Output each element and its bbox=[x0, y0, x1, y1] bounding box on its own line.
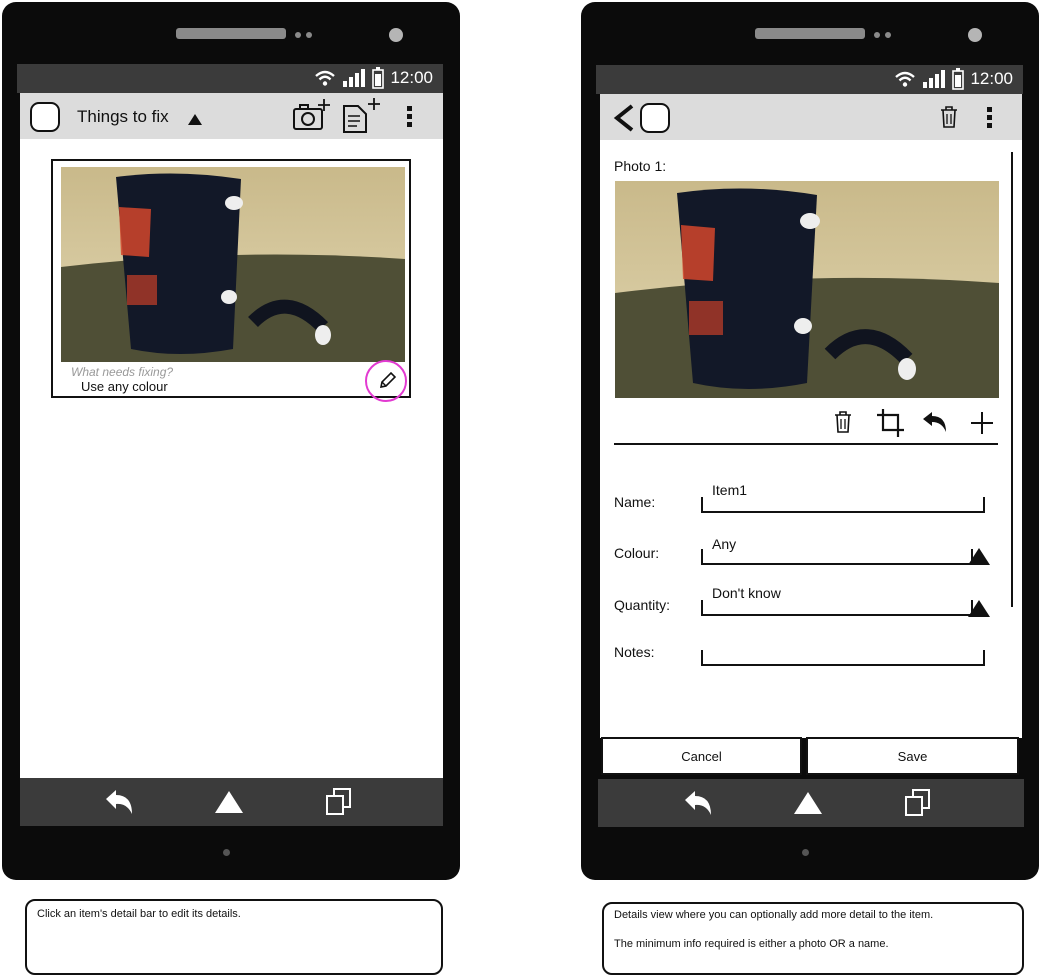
mug-photo bbox=[61, 167, 405, 362]
name-value[interactable]: Item1 bbox=[712, 482, 747, 498]
status-time: 12:00 bbox=[970, 69, 1013, 88]
overflow-menu-icon[interactable] bbox=[986, 106, 994, 130]
item-detail-value[interactable]: Use any colour bbox=[81, 379, 168, 394]
app-icon[interactable] bbox=[30, 102, 60, 132]
save-button[interactable]: Save bbox=[806, 737, 1019, 775]
item-card[interactable]: What needs fixing? Use any colour bbox=[51, 159, 411, 398]
add-note-icon[interactable] bbox=[342, 96, 382, 134]
note-text: Details view where you can optionally ad… bbox=[614, 909, 934, 921]
home-indicator bbox=[802, 849, 809, 856]
battery-icon bbox=[952, 68, 965, 90]
photo-label: Photo 1: bbox=[614, 158, 667, 174]
item-hint: What needs fixing? bbox=[71, 365, 174, 379]
detail-photo bbox=[615, 181, 999, 398]
trash-icon[interactable] bbox=[832, 410, 854, 434]
sensor-dot bbox=[295, 32, 301, 38]
home-icon bbox=[215, 791, 243, 813]
speaker-grille bbox=[755, 28, 865, 39]
signal-icon bbox=[343, 69, 366, 87]
scrollbar[interactable] bbox=[1011, 152, 1013, 607]
section-divider bbox=[614, 443, 998, 445]
home-icon bbox=[794, 792, 822, 814]
battery-icon bbox=[372, 67, 385, 89]
overflow-menu-icon[interactable] bbox=[406, 105, 414, 129]
trash-icon[interactable] bbox=[938, 105, 960, 129]
nav-back-button[interactable] bbox=[673, 779, 723, 827]
status-bar: 12:00 bbox=[17, 64, 443, 93]
annotation-note-left: Click an item's detail bar to edit its d… bbox=[25, 899, 443, 975]
note-text: Click an item's detail bar to edit its d… bbox=[37, 908, 241, 920]
dropdown-arrow-icon[interactable] bbox=[968, 600, 990, 617]
sensor-dot bbox=[885, 32, 891, 38]
colour-label: Colour: bbox=[614, 545, 660, 561]
crop-icon[interactable] bbox=[876, 408, 906, 438]
caret-down-icon[interactable] bbox=[187, 113, 203, 126]
status-time: 12:00 bbox=[390, 68, 433, 87]
sensor-dot bbox=[874, 32, 880, 38]
annotation-note-right: Details view where you can optionally ad… bbox=[602, 902, 1024, 975]
add-icon[interactable] bbox=[970, 411, 994, 435]
edit-highlight[interactable] bbox=[365, 360, 407, 402]
nav-bar bbox=[598, 779, 1024, 827]
mug-photo bbox=[615, 181, 999, 398]
back-chevron-icon[interactable] bbox=[612, 103, 636, 133]
signal-icon bbox=[923, 70, 946, 88]
nav-bar bbox=[20, 778, 443, 826]
recents-icon bbox=[326, 788, 351, 815]
name-input[interactable] bbox=[701, 497, 985, 513]
colour-value[interactable]: Any bbox=[712, 536, 736, 552]
notes-label: Notes: bbox=[614, 644, 655, 660]
app-icon[interactable] bbox=[640, 103, 670, 133]
action-bar bbox=[600, 94, 1022, 140]
page-title[interactable]: Things to fix bbox=[77, 107, 169, 127]
wifi-icon bbox=[895, 71, 916, 87]
item-photo bbox=[61, 167, 405, 362]
colour-dropdown[interactable] bbox=[701, 549, 973, 565]
dropdown-arrow-icon[interactable] bbox=[968, 548, 990, 565]
undo-icon[interactable] bbox=[921, 410, 949, 434]
sensor-dot bbox=[306, 32, 312, 38]
action-bar: Things to fix bbox=[20, 93, 443, 139]
recents-icon bbox=[905, 789, 930, 816]
notes-input[interactable] bbox=[701, 650, 985, 666]
add-photo-icon[interactable] bbox=[292, 97, 334, 131]
back-icon bbox=[685, 791, 711, 815]
cancel-button[interactable]: Cancel bbox=[601, 737, 802, 775]
nav-home-button[interactable] bbox=[204, 778, 254, 826]
front-camera bbox=[389, 28, 403, 42]
pencil-icon[interactable] bbox=[377, 371, 397, 391]
note-text: The minimum info required is either a ph… bbox=[614, 938, 889, 951]
front-camera bbox=[968, 28, 982, 42]
back-icon bbox=[106, 790, 132, 814]
quantity-value[interactable]: Don't know bbox=[712, 585, 781, 601]
wifi-icon bbox=[315, 70, 336, 86]
name-label: Name: bbox=[614, 494, 656, 510]
nav-home-button[interactable] bbox=[783, 779, 833, 827]
nav-recents-button[interactable] bbox=[314, 778, 364, 826]
speaker-grille bbox=[176, 28, 286, 39]
status-bar: 12:00 bbox=[596, 65, 1023, 94]
quantity-dropdown[interactable] bbox=[701, 600, 973, 616]
home-indicator bbox=[223, 849, 230, 856]
quantity-label: Quantity: bbox=[614, 597, 671, 613]
nav-back-button[interactable] bbox=[94, 778, 144, 826]
nav-recents-button[interactable] bbox=[893, 779, 943, 827]
